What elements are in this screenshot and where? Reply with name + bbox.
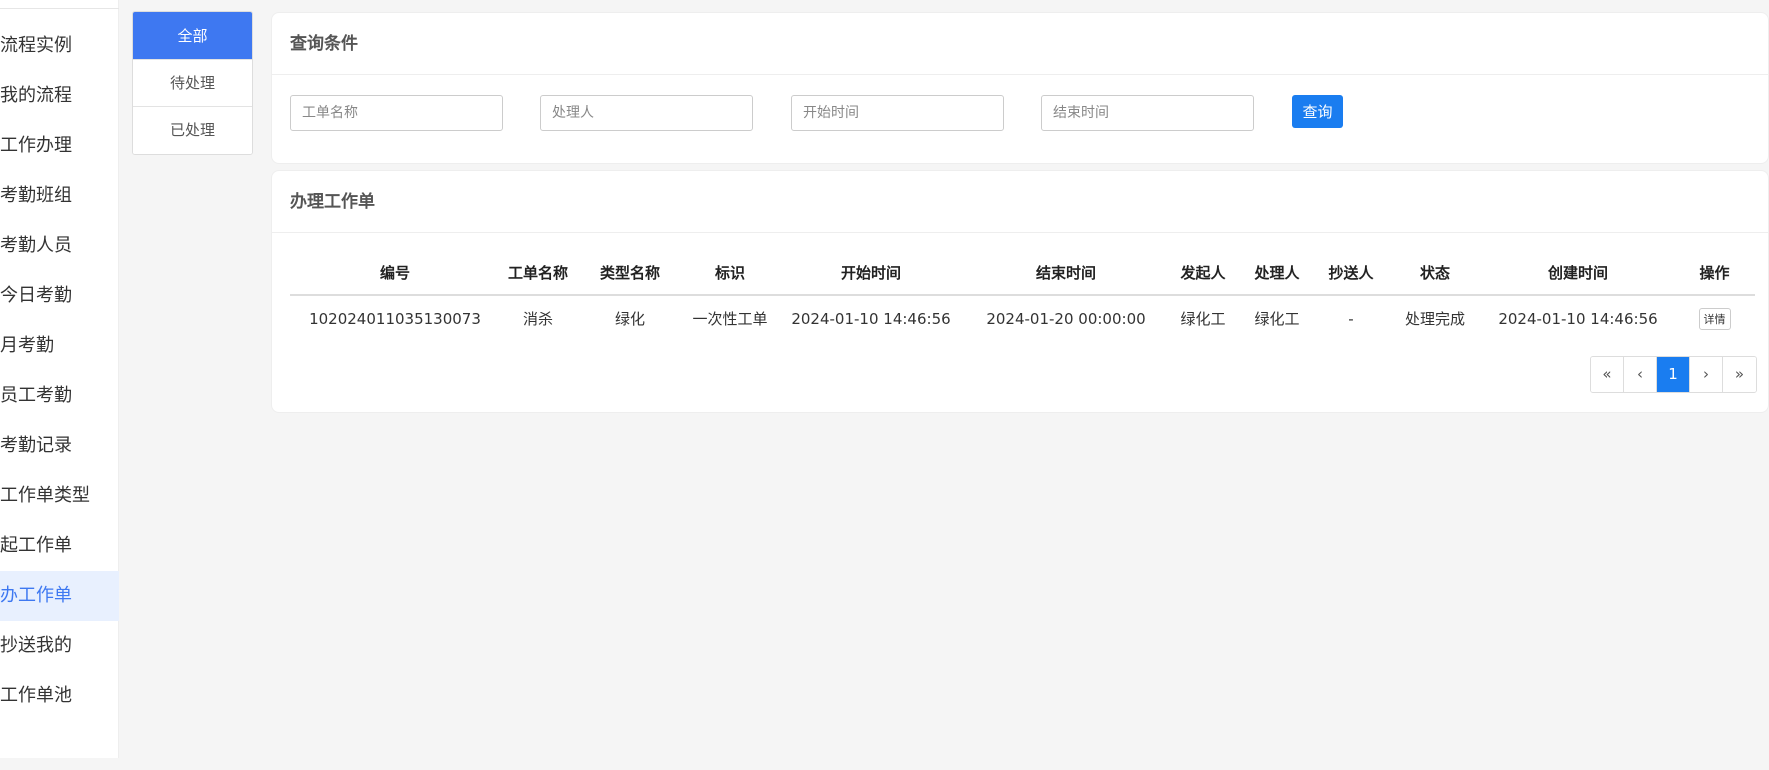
status-filter-group: 全部 待处理 已处理 (132, 11, 253, 155)
query-form: 查询 (272, 75, 1768, 163)
sidebar-menu: 流程实例 我的流程 工作办理 考勤班组 考勤人员 今日考勤 月考勤 员工考勤 考… (0, 0, 119, 758)
handler-input[interactable] (540, 95, 753, 131)
column-header[interactable]: 创建时间 (1482, 251, 1674, 296)
column-header[interactable]: 状态 (1388, 251, 1482, 296)
cell-handler: 绿化工 (1254, 310, 1300, 328)
sidebar-item-handle-work-order[interactable]: 办工作单 (0, 571, 119, 621)
prev-page-button[interactable]: ‹ (1624, 357, 1657, 392)
cell-id: 102024011035130073 (309, 309, 481, 328)
sidebar-item-cc-to-me[interactable]: 抄送我的 (0, 621, 119, 671)
cell-status: 处理完成 (1404, 310, 1465, 328)
search-button[interactable]: 查询 (1292, 95, 1343, 128)
filter-done-button[interactable]: 已处理 (133, 107, 252, 154)
last-page-button[interactable]: » (1723, 357, 1756, 392)
next-page-button[interactable]: › (1690, 357, 1723, 392)
pagination: « ‹ 1 › » (1590, 356, 1757, 393)
end-time-input[interactable] (1041, 95, 1254, 131)
cell-created-time: 2024-01-10 14:46:56 (1498, 309, 1658, 328)
cell-flag: 一次性工单 (692, 310, 768, 328)
sidebar-item-attendance-group[interactable]: 考勤班组 (0, 171, 119, 221)
sidebar-divider (0, 8, 119, 9)
start-time-input[interactable] (791, 95, 1004, 131)
sidebar-item-employee-attendance[interactable]: 员工考勤 (0, 371, 119, 421)
list-panel-title: 办理工作单 (272, 171, 1768, 233)
work-order-table: 编号 工单名称 类型名称 标识 开始时间 结束时间 发起人 处理人 抄送人 状态… (290, 251, 1755, 341)
cell-start-time: 2024-01-10 14:46:56 (791, 309, 951, 328)
sidebar-item-monthly-attendance[interactable]: 月考勤 (0, 321, 119, 371)
column-header: 操作 (1674, 251, 1755, 296)
column-header[interactable]: 结束时间 (966, 251, 1166, 296)
sidebar-item-attendance-records[interactable]: 考勤记录 (0, 421, 119, 471)
sidebar-item-work-order-pool[interactable]: 工作单池 (0, 671, 119, 721)
sidebar-item-today-attendance[interactable]: 今日考勤 (0, 271, 119, 321)
work-order-list-panel: 办理工作单 编号 工单名称 类型名称 标识 开始时间 结束时间 发起人 处理人 … (271, 170, 1769, 413)
cell-name: 消杀 (522, 310, 553, 328)
sidebar-item-work-handling[interactable]: 工作办理 (0, 121, 119, 171)
sidebar-item-create-work-order[interactable]: 起工作单 (0, 521, 119, 571)
cell-cc: - (1348, 309, 1354, 328)
cell-initiator: 绿化工 (1180, 310, 1226, 328)
column-header[interactable]: 开始时间 (776, 251, 966, 296)
filter-all-button[interactable]: 全部 (133, 12, 252, 60)
filter-pending-button[interactable]: 待处理 (133, 60, 252, 107)
column-header[interactable]: 编号 (290, 251, 500, 296)
sidebar-item-process-instances[interactable]: 流程实例 (0, 21, 119, 71)
cell-actions: 详情 (1674, 295, 1755, 341)
column-header[interactable]: 标识 (684, 251, 776, 296)
column-header[interactable]: 抄送人 (1314, 251, 1388, 296)
page-1-button[interactable]: 1 (1657, 357, 1690, 392)
column-header[interactable]: 发起人 (1166, 251, 1240, 296)
sidebar-item-work-order-types[interactable]: 工作单类型 (0, 471, 119, 521)
sidebar-item-my-process[interactable]: 我的流程 (0, 71, 119, 121)
first-page-button[interactable]: « (1591, 357, 1624, 392)
table-row: 102024011035130073 消杀 绿化 一次性工单 2024-01-1… (290, 295, 1755, 341)
cell-end-time: 2024-01-20 00:00:00 (986, 309, 1146, 328)
detail-button[interactable]: 详情 (1698, 307, 1731, 330)
query-panel: 查询条件 查询 (271, 12, 1769, 164)
query-panel-title: 查询条件 (272, 13, 1768, 75)
column-header[interactable]: 类型名称 (576, 251, 684, 296)
table-header-row: 编号 工单名称 类型名称 标识 开始时间 结束时间 发起人 处理人 抄送人 状态… (290, 251, 1755, 296)
column-header[interactable]: 处理人 (1240, 251, 1314, 296)
sidebar-item-attendance-staff[interactable]: 考勤人员 (0, 221, 119, 271)
cell-type: 绿化 (614, 310, 645, 328)
work-order-name-input[interactable] (290, 95, 503, 131)
column-header[interactable]: 工单名称 (500, 251, 576, 296)
